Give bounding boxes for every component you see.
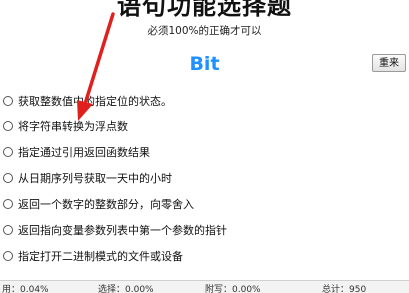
option-label: 指定打开二进制模式的文件或设备 bbox=[18, 250, 183, 263]
status-item: 选择：0.00% bbox=[98, 285, 154, 293]
option-3[interactable]: 指定通过引用返回函数结果 bbox=[0, 144, 150, 160]
option-7[interactable]: 指定打开二进制模式的文件或设备 bbox=[0, 248, 183, 264]
status-item: 用：0.04% bbox=[2, 285, 49, 293]
option-6[interactable]: 返回指向变量参数列表中第一个参数的指针 bbox=[0, 222, 227, 238]
radio-button[interactable] bbox=[3, 96, 13, 106]
option-5[interactable]: 返回一个数字的整数部分，向零舍入 bbox=[0, 196, 194, 212]
radio-button[interactable] bbox=[3, 251, 13, 261]
radio-button[interactable] bbox=[3, 199, 13, 209]
status-item: 附写：0.00% bbox=[205, 285, 261, 293]
radio-button[interactable] bbox=[3, 173, 13, 183]
radio-button[interactable] bbox=[3, 225, 13, 235]
page-subtitle: 必须100%的正确才可以 bbox=[147, 25, 262, 37]
option-label: 指定通过引用返回函数结果 bbox=[18, 146, 150, 159]
reset-button[interactable]: 重来 bbox=[372, 54, 406, 72]
radio-button[interactable] bbox=[3, 147, 13, 157]
option-2[interactable]: 将字符串转换为浮点数 bbox=[0, 118, 128, 134]
option-1[interactable]: 获取整数值中的指定位的状态。 bbox=[0, 93, 172, 109]
option-label: 获取整数值中的指定位的状态。 bbox=[18, 95, 172, 108]
option-4[interactable]: 从日期序列号获取一天中的小时 bbox=[0, 170, 172, 186]
option-label: 从日期序列号获取一天中的小时 bbox=[18, 172, 172, 185]
option-label: 返回指向变量参数列表中第一个参数的指针 bbox=[18, 224, 227, 237]
app-name: Bit bbox=[189, 53, 220, 75]
status-item: 总计：950 bbox=[322, 285, 367, 293]
radio-button[interactable] bbox=[3, 121, 13, 131]
option-label: 将字符串转换为浮点数 bbox=[18, 120, 128, 133]
option-label: 返回一个数字的整数部分，向零舍入 bbox=[18, 198, 194, 211]
page-title: 语句功能选择题 bbox=[117, 0, 292, 20]
status-bar: 用：0.04% 选择：0.00% 附写：0.00% 总计：950 bbox=[0, 280, 409, 293]
